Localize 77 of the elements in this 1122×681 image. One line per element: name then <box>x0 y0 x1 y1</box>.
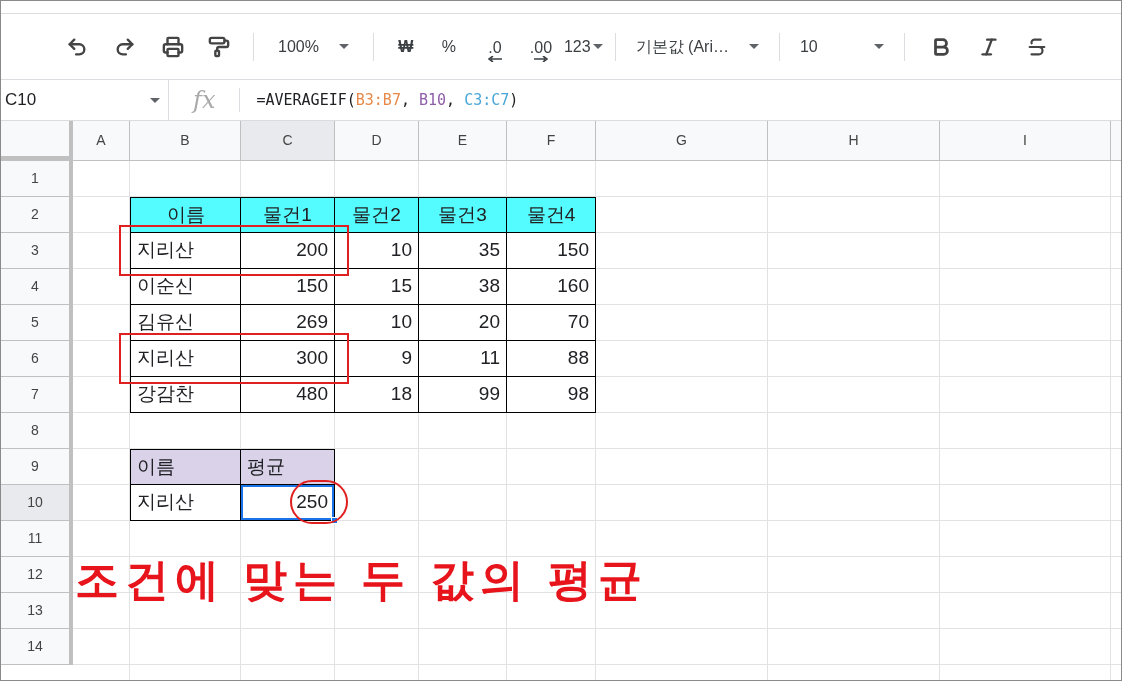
annotation-text: 조건에 맞는 두 값의 평균 <box>75 554 648 606</box>
table-cell-text: 88 <box>566 346 590 371</box>
column-header[interactable]: G <box>596 121 768 160</box>
name-box[interactable]: C10 <box>1 80 169 120</box>
table-cell-text: 강감찬 <box>136 382 195 407</box>
number-format-dropdown[interactable]: 123 <box>563 34 603 59</box>
table-cell-text: 15 <box>389 274 413 299</box>
caret-icon <box>338 44 349 49</box>
table-cell-text: 38 <box>477 274 501 299</box>
row-header[interactable]: 12 <box>1 557 73 593</box>
row-header[interactable]: 8 <box>1 413 73 449</box>
row-header[interactable]: 10 <box>1 485 73 521</box>
table-cell-text: 지리산 <box>136 346 195 371</box>
row-header[interactable]: 9 <box>1 449 73 485</box>
table-cell-text: 99 <box>477 382 501 407</box>
table-cell-text: 480 <box>295 382 329 407</box>
table-cell-text: 물건4 <box>525 202 577 227</box>
column-header[interactable]: E <box>419 121 507 160</box>
row-header[interactable]: 14 <box>1 629 73 665</box>
column-header[interactable]: A <box>73 121 130 160</box>
table-cell-text: 98 <box>566 382 590 407</box>
table-cell-text: 지리산 <box>136 490 195 515</box>
table-cell-text: 300 <box>295 346 329 371</box>
column-header[interactable]: C <box>241 121 335 160</box>
table-cell-text: 이순신 <box>136 274 195 299</box>
table-cell-text: 평균 <box>246 454 286 479</box>
zoom-dropdown[interactable]: 100% <box>266 34 361 59</box>
arrow-left-icon <box>487 55 502 62</box>
table-cell-text: 70 <box>566 310 590 335</box>
formula-input[interactable]: =AVERAGEIF(B3:B7, B10, C3:C7) <box>256 88 519 112</box>
table-cell-text: 35 <box>477 238 501 263</box>
table-cell-text: 물건3 <box>437 202 488 227</box>
font-size-dropdown[interactable]: 10 <box>791 34 892 59</box>
row-header[interactable]: 1 <box>1 161 73 197</box>
font-dropdown[interactable]: 기본값 (Ari… <box>627 34 767 59</box>
percent-button[interactable]: % <box>425 34 472 59</box>
fx-label: fx <box>193 85 216 116</box>
row-header[interactable]: 3 <box>1 233 73 269</box>
table-cell-text: 269 <box>295 310 329 335</box>
table-cell-text: 150 <box>295 274 329 299</box>
column-header[interactable]: F <box>507 121 596 160</box>
row-header[interactable]: 11 <box>1 521 73 557</box>
decrease-decimal-button[interactable]: .0 <box>471 31 518 62</box>
column-header[interactable]: B <box>130 121 241 160</box>
table-cell-text: 10 <box>389 310 413 335</box>
column-header[interactable]: I <box>940 121 1111 160</box>
row-header[interactable]: 6 <box>1 341 73 377</box>
table-cell: 250 <box>241 485 334 520</box>
table-cell-text: 160 <box>556 274 590 299</box>
caret-icon <box>592 44 603 49</box>
table-cell-text: 20 <box>477 310 501 335</box>
fill-handle[interactable] <box>331 517 338 524</box>
table-cell-text: 150 <box>556 238 590 263</box>
row-header[interactable]: 13 <box>1 593 73 629</box>
caret-icon <box>873 44 884 49</box>
table-cell-text: 이름 <box>165 202 206 227</box>
caret-icon <box>150 97 160 103</box>
caret-icon <box>748 44 759 49</box>
column-header[interactable]: D <box>335 121 419 160</box>
table-cell-text: 11 <box>479 346 501 371</box>
table-cell-text: 김유신 <box>136 310 195 335</box>
row-header[interactable]: 7 <box>1 377 73 413</box>
table-cell-text: 물건2 <box>351 202 402 227</box>
table-cell-text: 18 <box>389 382 413 407</box>
table-cell-text: 9 <box>400 346 413 371</box>
arrow-right-icon <box>533 55 548 62</box>
table-cell-text: 지리산 <box>136 238 195 263</box>
table-cell-text: 200 <box>295 238 329 263</box>
table-cell-text: 10 <box>389 238 413 263</box>
row-header[interactable]: 5 <box>1 305 73 341</box>
table-cell-text: 물건1 <box>262 202 313 227</box>
row-header[interactable]: 2 <box>1 197 73 233</box>
increase-decimal-button[interactable]: .00 <box>517 31 564 62</box>
row-header[interactable]: 4 <box>1 269 73 305</box>
table-cell-text: 이름 <box>136 454 176 479</box>
column-header[interactable]: H <box>768 121 940 160</box>
currency-button[interactable]: ₩ <box>385 34 426 59</box>
